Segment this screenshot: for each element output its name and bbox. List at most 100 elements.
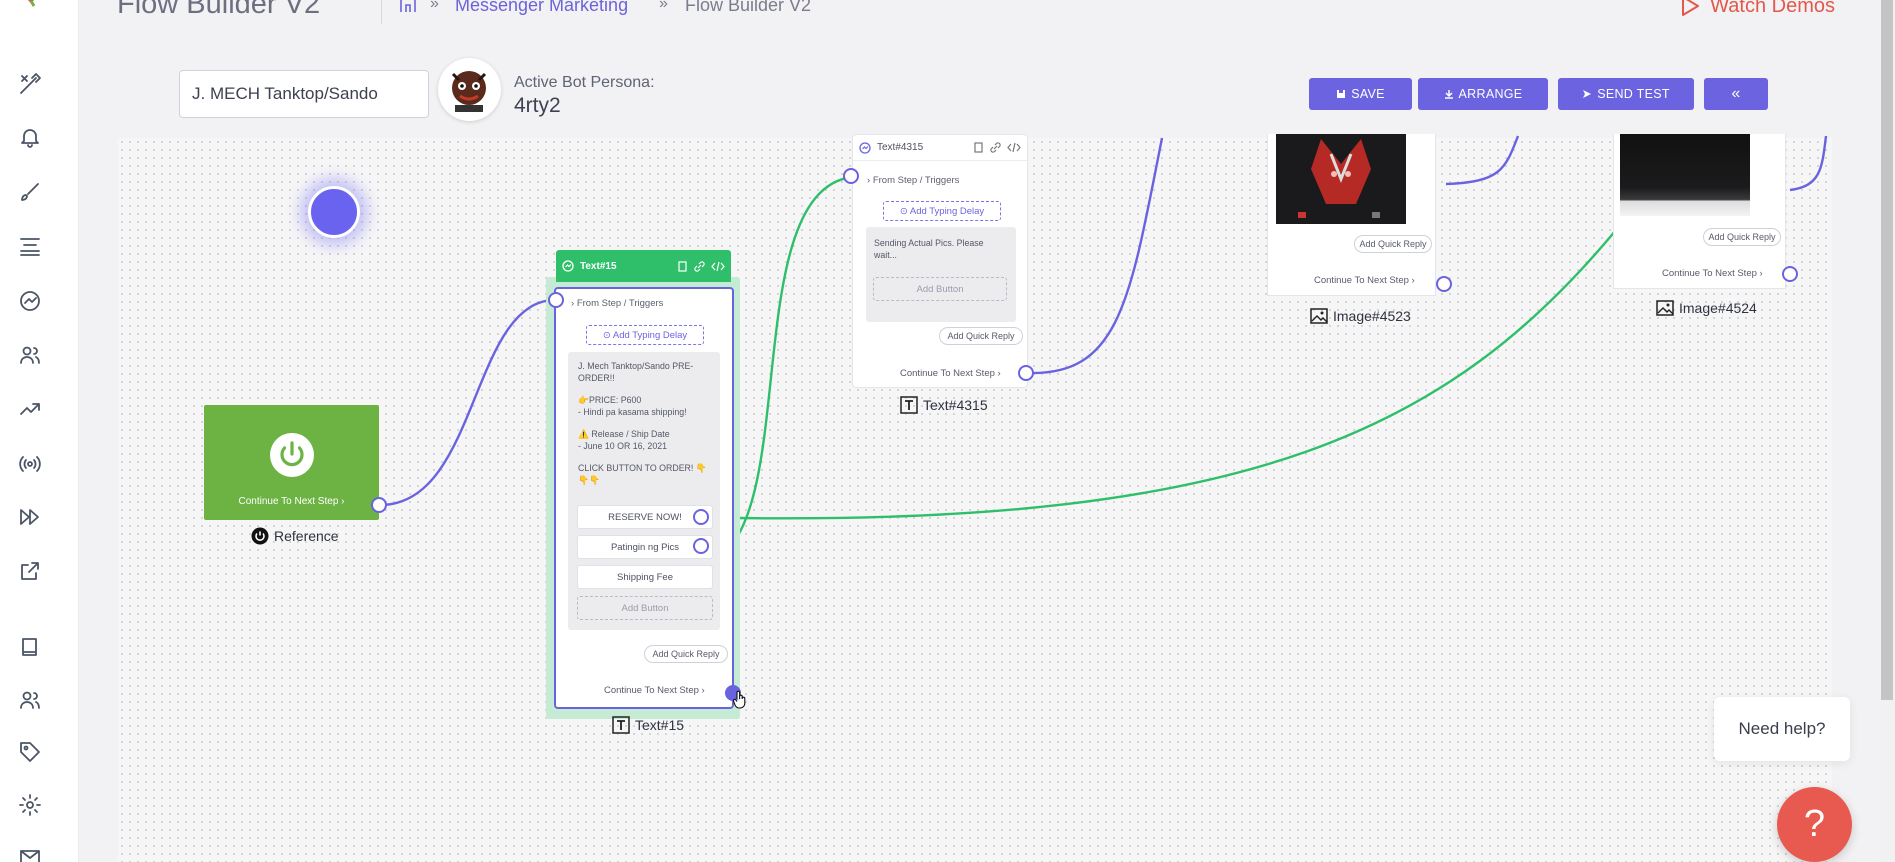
external-link-icon[interactable] <box>16 557 44 585</box>
mail-icon[interactable] <box>16 843 44 862</box>
need-help-bubble[interactable]: Need help? <box>1714 697 1850 761</box>
reference-caption-label: Reference <box>274 528 339 544</box>
collapse-button[interactable]: « <box>1704 78 1768 110</box>
messenger-icon[interactable] <box>16 287 44 315</box>
flow-start-point[interactable] <box>308 186 360 238</box>
reserve-now-port[interactable] <box>693 509 709 525</box>
flow-builder-app: Flow Builder V2 » Messenger Marketing » … <box>0 0 1895 862</box>
text15-add-button[interactable]: Add Button <box>577 596 713 620</box>
gear-icon[interactable] <box>16 791 44 819</box>
text4315-add-typing-delay[interactable]: ⊙ Add Typing Delay <box>883 201 1001 221</box>
send-test-button[interactable]: SEND TEST <box>1558 78 1694 110</box>
image4523-add-quick-reply[interactable]: Add Quick Reply <box>1354 235 1432 253</box>
power-icon <box>270 433 314 477</box>
text4315-title: Text#4315 <box>877 142 924 153</box>
image-type-icon <box>1656 300 1674 316</box>
image4524-continue-port[interactable] <box>1782 266 1798 282</box>
image4523-node[interactable]: Add Quick Reply Continue To Next Step › <box>1267 134 1436 296</box>
image4523-continue-port[interactable] <box>1436 276 1452 292</box>
black-shirt-image <box>1620 134 1750 216</box>
text15-add-typing-delay[interactable]: ⊙ Add Typing Delay <box>586 325 704 345</box>
watch-demos-label: Watch Demos <box>1710 0 1835 17</box>
persona-name: 4rty2 <box>514 94 561 117</box>
text4315-continue-label: Continue To Next Step › <box>900 368 1001 379</box>
link-icon[interactable] <box>694 260 705 272</box>
text4315-caption: Text#4315 <box>900 396 988 414</box>
text15-from-trigger: › From Step / Triggers <box>571 298 664 309</box>
text4315-continue-port[interactable] <box>1018 365 1034 381</box>
image4524-caption-label: Image#4524 <box>1679 300 1757 316</box>
text15-message-text: J. Mech Tanktop/Sando PRE- ORDER!! 👉PRIC… <box>578 361 707 485</box>
code-icon[interactable] <box>1007 142 1021 153</box>
play-icon <box>1682 0 1700 16</box>
brand-logo-icon[interactable] <box>20 0 42 12</box>
link-icon[interactable] <box>990 142 1001 153</box>
broadcast-icon[interactable] <box>16 450 44 478</box>
copy-icon[interactable] <box>973 142 984 153</box>
image4524-add-quick-reply[interactable]: Add Quick Reply <box>1703 228 1781 246</box>
breadcrumb-current: Flow Builder V2 <box>685 0 812 15</box>
collapse-chevron-icon: « <box>1731 85 1741 102</box>
breadcrumb-link[interactable]: Messenger Marketing <box>455 0 628 16</box>
scrollbar-thumb[interactable] <box>1881 0 1893 700</box>
shipping-fee-button[interactable]: Shipping Fee <box>577 565 713 589</box>
watch-demos-link[interactable]: Watch Demos <box>1678 0 1835 18</box>
reference-caption: Reference <box>251 527 339 545</box>
brush-icon[interactable] <box>16 178 44 206</box>
image4524-caption: Image#4524 <box>1656 299 1757 317</box>
help-button[interactable]: ? <box>1777 787 1852 862</box>
breadcrumb-separator: » <box>659 0 668 12</box>
text15-continue-label: Continue To Next Step › <box>604 685 705 696</box>
text4315-caption-label: Text#4315 <box>923 397 988 413</box>
patingin-ng-pics-port[interactable] <box>693 538 709 554</box>
header-divider <box>381 0 382 24</box>
flow-name-input[interactable] <box>179 70 429 118</box>
text15-header[interactable]: Text#15 <box>556 250 731 282</box>
text4315-message-text: Sending Actual Pics. Please wait... <box>874 238 984 260</box>
arrange-button[interactable]: ARRANGE <box>1418 78 1548 110</box>
copy-icon[interactable] <box>677 260 688 272</box>
text4315-header[interactable]: Text#4315 <box>853 135 1027 161</box>
save-button[interactable]: SAVE <box>1309 78 1412 110</box>
home-icon[interactable] <box>399 0 417 14</box>
text4315-input-port[interactable] <box>843 168 859 184</box>
text15-title: Text#15 <box>580 260 617 272</box>
tshirt-image <box>1276 134 1406 224</box>
image4523-caption: Image#4523 <box>1310 307 1411 325</box>
text4315-add-button[interactable]: Add Button <box>873 277 1007 301</box>
sidebar <box>0 0 79 862</box>
users-icon[interactable] <box>16 341 44 369</box>
text-type-icon <box>900 396 918 414</box>
image4524-node[interactable]: Add Quick Reply Continue To Next Step › <box>1613 134 1786 289</box>
users-icon[interactable] <box>16 686 44 714</box>
text4315-add-quick-reply[interactable]: Add Quick Reply <box>939 327 1023 345</box>
messenger-icon <box>562 260 574 272</box>
bell-icon[interactable] <box>16 123 44 151</box>
persona-label: Active Bot Persona: <box>514 74 655 91</box>
code-icon[interactable] <box>711 261 725 272</box>
fast-forward-icon[interactable] <box>16 503 44 531</box>
breadcrumb-separator: » <box>430 0 439 12</box>
text4315-node[interactable]: Text#4315 › From Step / Triggers ⊙ Add T… <box>852 134 1028 388</box>
image4523-caption-label: Image#4523 <box>1333 308 1411 324</box>
text15-add-quick-reply[interactable]: Add Quick Reply <box>644 645 728 663</box>
text4315-message-box[interactable]: Sending Actual Pics. Please wait... Add … <box>866 227 1016 322</box>
text15-node[interactable]: › From Step / Triggers ⊙ Add Typing Dela… <box>554 287 734 709</box>
tag-icon[interactable] <box>16 738 44 766</box>
tools-icon[interactable] <box>16 70 44 98</box>
text15-message-box[interactable]: J. Mech Tanktop/Sando PRE- ORDER!! 👉PRIC… <box>568 352 720 630</box>
book-icon[interactable] <box>16 633 44 661</box>
page-title: Flow Builder V2 <box>117 0 321 20</box>
header: Flow Builder V2 » Messenger Marketing » … <box>79 0 1895 30</box>
shirt-print-icon <box>1298 139 1380 218</box>
image-type-icon <box>1310 308 1328 324</box>
stack-icon[interactable] <box>16 232 44 260</box>
reference-output-port[interactable] <box>371 497 387 513</box>
power-icon <box>251 527 269 545</box>
reference-node[interactable]: Continue To Next Step › <box>204 405 379 520</box>
save-button-label: SAVE <box>1351 87 1385 101</box>
page-scrollbar[interactable] <box>1879 0 1895 862</box>
trend-icon[interactable] <box>16 395 44 423</box>
text15-input-port[interactable] <box>548 292 564 308</box>
image4523-continue-label: Continue To Next Step › <box>1314 275 1415 286</box>
